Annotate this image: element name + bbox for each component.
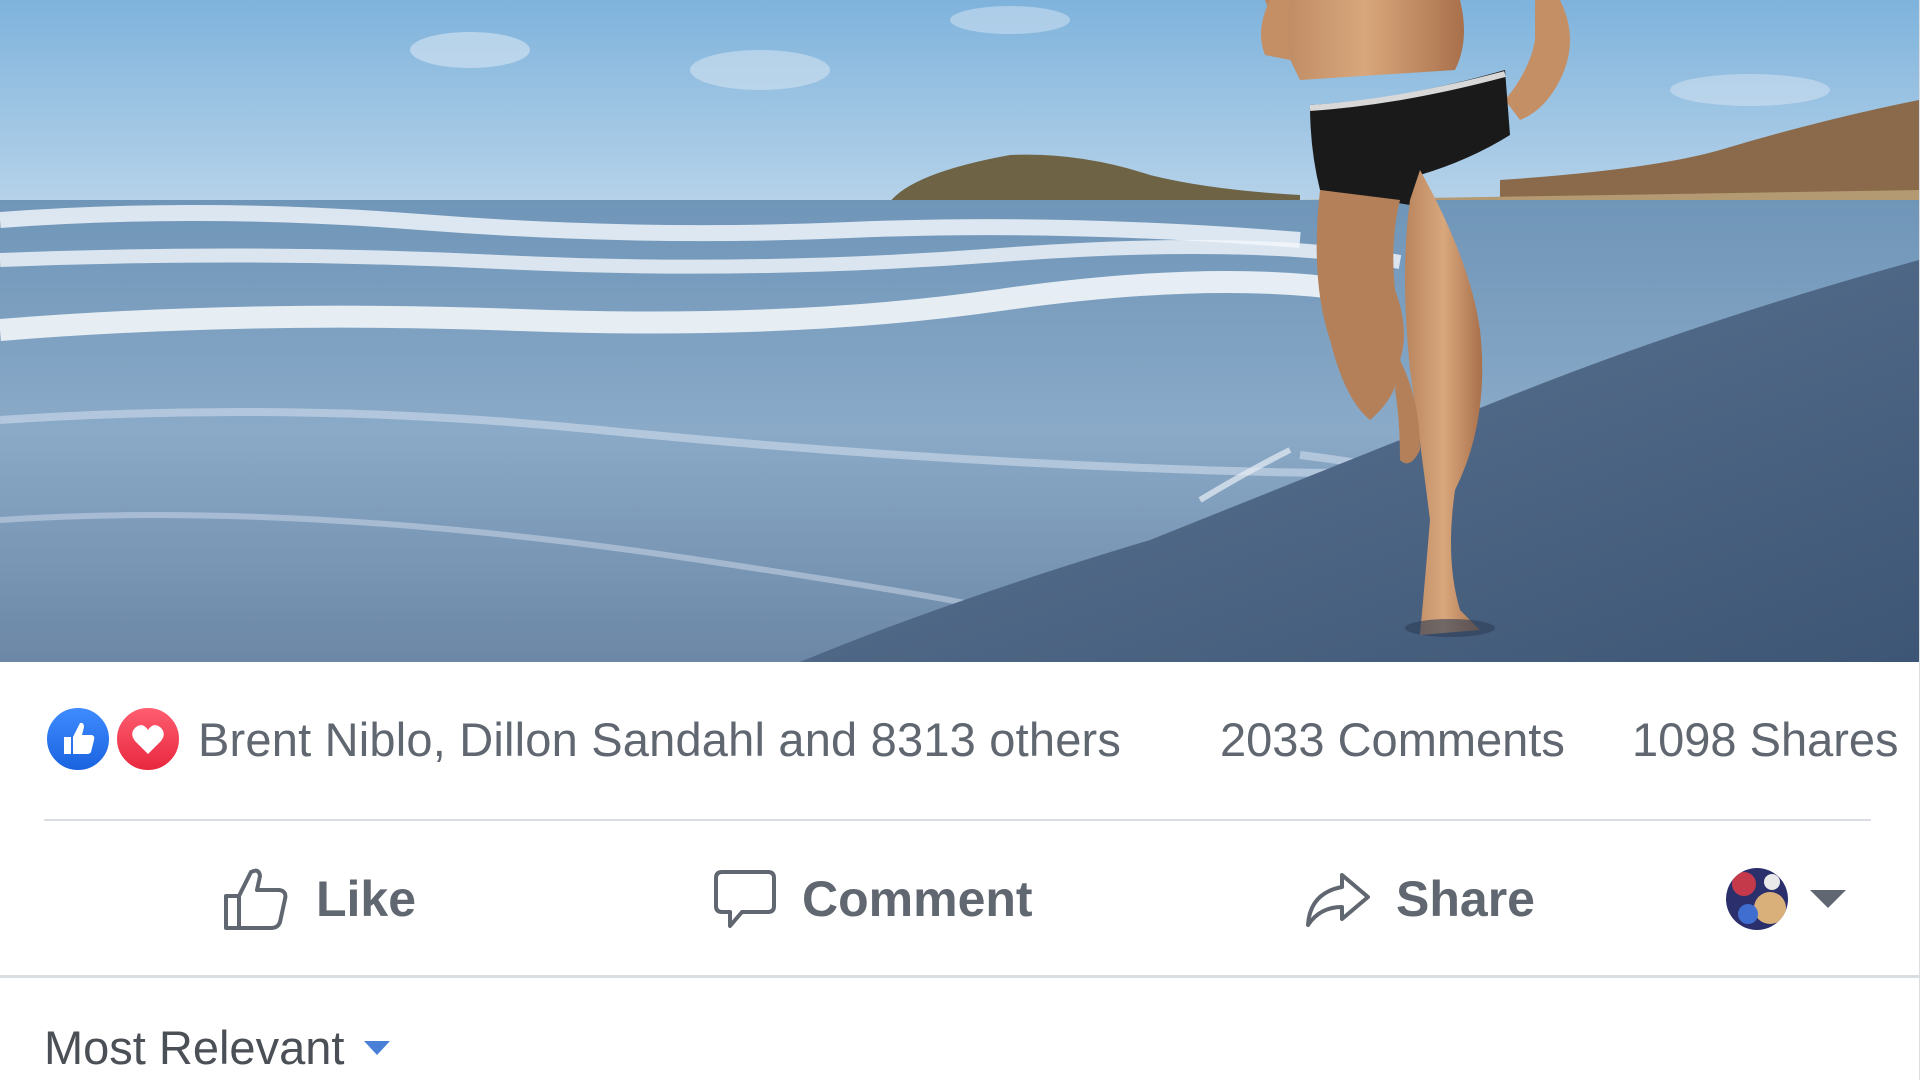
chevron-down-icon bbox=[1810, 890, 1846, 908]
post-photo[interactable] bbox=[0, 0, 1919, 662]
caret-down-icon bbox=[364, 1040, 391, 1055]
comments-count-link[interactable]: 2033 Comments bbox=[1220, 712, 1565, 767]
like-button[interactable]: Like bbox=[220, 822, 416, 976]
divider bbox=[0, 975, 1919, 978]
shares-count-link[interactable]: 1098 Shares bbox=[1632, 712, 1899, 767]
love-reaction-icon[interactable] bbox=[114, 705, 182, 773]
like-label: Like bbox=[316, 871, 417, 927]
comment-bubble-icon bbox=[714, 870, 776, 928]
share-button[interactable]: Share bbox=[1302, 822, 1535, 976]
thumbs-up-icon bbox=[224, 868, 288, 930]
facebook-post: Brent Niblo, Dillon Sandahl and 8313 oth… bbox=[0, 0, 1920, 1080]
reaction-names-link[interactable]: Brent Niblo, Dillon Sandahl and 8313 oth… bbox=[198, 712, 1121, 767]
comment-button[interactable]: Comment bbox=[710, 822, 1033, 976]
comment-sort-dropdown[interactable]: Most Relevant bbox=[44, 1020, 391, 1075]
like-reaction-icon[interactable] bbox=[44, 705, 112, 773]
post-actions: Like Comment Share bbox=[0, 822, 1919, 976]
divider bbox=[44, 819, 1871, 821]
share-arrow-icon bbox=[1306, 873, 1370, 927]
reaction-identity-selector[interactable] bbox=[1726, 822, 1846, 976]
avatar bbox=[1726, 868, 1788, 930]
comment-label: Comment bbox=[802, 871, 1033, 927]
beach-runner-photo bbox=[0, 0, 1919, 662]
share-label: Share bbox=[1396, 871, 1535, 927]
sort-label: Most Relevant bbox=[44, 1021, 345, 1074]
